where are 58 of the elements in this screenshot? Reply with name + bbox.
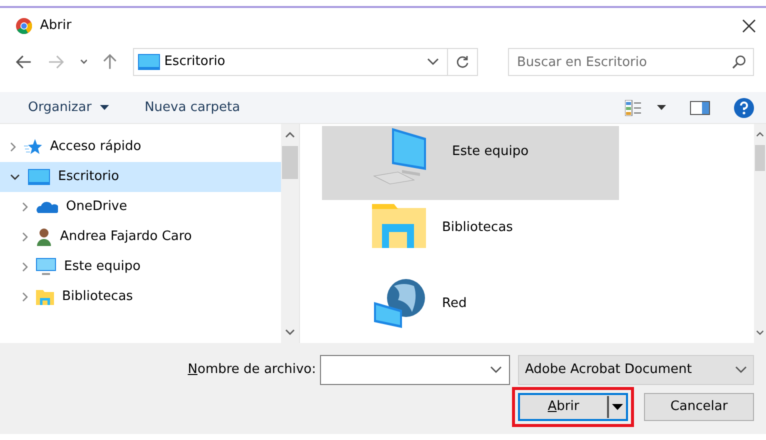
scroll-up-icon[interactable]	[756, 132, 764, 137]
file-type-select[interactable]: Adobe Acrobat Document	[518, 355, 754, 385]
scroll-down-icon[interactable]	[756, 330, 764, 335]
collapsed-chevron-icon[interactable]	[22, 202, 28, 212]
library-folder-icon	[372, 202, 426, 248]
scroll-down-icon[interactable]	[285, 329, 295, 335]
dropdown-caret-icon[interactable]	[490, 366, 502, 374]
browser-logo-icon	[16, 18, 32, 34]
toolbar-button[interactable]: Nueva carpeta	[130, 96, 254, 120]
address-path: Escritorio	[164, 53, 226, 72]
tree-item[interactable]: Andrea Fajardo Caro	[0, 222, 281, 252]
window-title: Abrir	[40, 17, 72, 36]
refresh-icon[interactable]	[456, 55, 470, 69]
file-type-value: Adobe Acrobat Document	[525, 361, 692, 380]
desktop-icon	[138, 54, 160, 70]
library-folder-icon	[36, 289, 54, 305]
back-arrow-icon[interactable]	[16, 55, 32, 69]
folder-item[interactable]: Red	[322, 278, 619, 352]
preview-pane-icon[interactable]	[690, 100, 710, 114]
cloud-icon	[36, 200, 58, 214]
user-icon	[36, 228, 52, 246]
view-caret-icon[interactable]	[657, 105, 666, 110]
cancel-button[interactable]: Cancelar	[644, 393, 754, 421]
network-icon	[372, 278, 426, 330]
expanded-chevron-icon[interactable]	[10, 174, 20, 180]
tree-item[interactable]: Escritorio	[0, 162, 281, 192]
search-icon[interactable]	[732, 55, 746, 69]
address-bar[interactable]: Escritorio	[133, 48, 478, 76]
toolbar-button[interactable]: Organizar	[14, 96, 123, 120]
scroll-thumb[interactable]	[282, 146, 298, 179]
star-icon	[24, 139, 42, 155]
tree-item[interactable]: Acceso rápido	[0, 132, 281, 162]
search-field[interactable]: Buscar en Escritorio	[508, 48, 754, 76]
close-icon[interactable]	[742, 19, 756, 33]
desktop-icon	[28, 169, 50, 185]
scrollbar[interactable]	[754, 124, 766, 343]
dropdown-caret-icon[interactable]	[735, 366, 747, 374]
collapsed-chevron-icon[interactable]	[22, 232, 28, 242]
scroll-thumb[interactable]	[755, 145, 765, 171]
scroll-up-icon[interactable]	[285, 132, 295, 138]
collapsed-chevron-icon[interactable]	[22, 262, 28, 272]
scrollbar[interactable]	[281, 124, 299, 343]
tree-item[interactable]: Este equipo	[0, 252, 281, 282]
folder-item[interactable]: Este equipo	[322, 126, 619, 200]
collapsed-chevron-icon[interactable]	[22, 292, 28, 302]
collapsed-chevron-icon[interactable]	[10, 142, 16, 152]
caret-icon[interactable]	[612, 404, 623, 410]
tree-item[interactable]: Bibliotecas	[0, 282, 281, 312]
tree-item[interactable]: OneDrive	[0, 192, 281, 222]
up-arrow-icon[interactable]	[103, 54, 118, 70]
filename-field[interactable]	[320, 355, 510, 385]
filename-label: Nombre de archivo:	[188, 361, 316, 380]
monitor-icon	[36, 258, 56, 276]
recent-caret-icon[interactable]	[80, 59, 88, 65]
view-options-icon[interactable]	[625, 100, 641, 116]
help-icon[interactable]	[734, 98, 754, 118]
dropdown-caret-icon[interactable]	[427, 58, 440, 66]
folder-item[interactable]: Bibliotecas	[322, 202, 619, 276]
